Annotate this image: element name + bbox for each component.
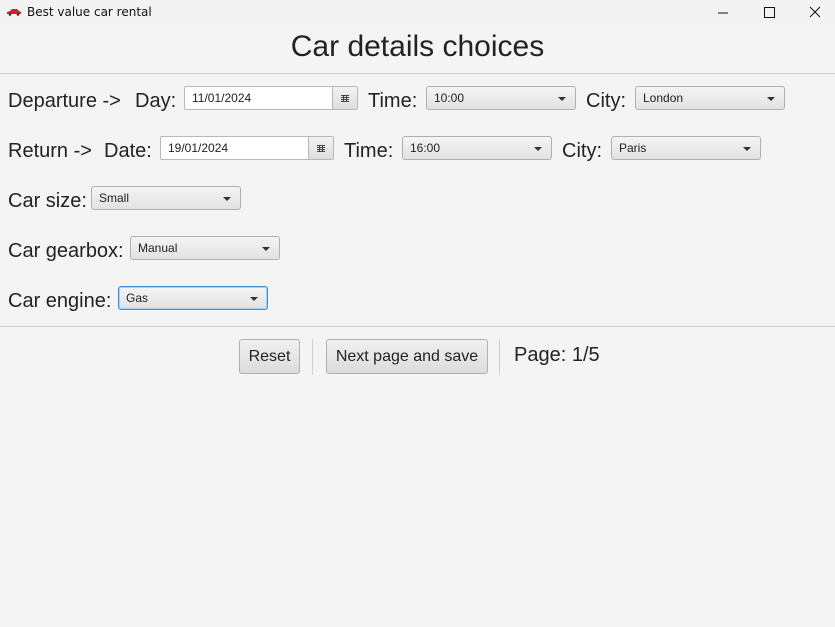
departure-date-field[interactable]: 11/01/2024 [192,91,251,105]
car-gearbox-label: Car gearbox: [8,240,124,262]
chevron-down-icon [534,147,542,151]
close-icon [809,6,821,18]
departure-city-value: London [643,91,684,105]
car-icon [7,9,21,16]
maximize-button[interactable] [746,0,792,26]
departure-section-label: Departure -> [8,90,121,112]
departure-city-select[interactable]: London [635,86,785,110]
reset-button[interactable]: Reset [239,339,300,374]
return-city-value: Paris [619,141,647,155]
departure-time-label: Time: [368,90,418,112]
window-titlebar[interactable]: Best value car rental [0,0,835,26]
car-size-select[interactable]: Small [91,186,241,210]
maximize-icon [764,7,775,18]
return-calendar-button[interactable] [308,137,333,159]
chevron-down-icon [223,197,231,201]
chevron-down-icon [262,247,270,251]
return-city-select[interactable]: Paris [611,136,761,160]
window-title: Best value car rental [27,5,152,19]
return-time-label: Time: [344,140,394,162]
calendar-icon [341,95,349,102]
return-date-label: Date: [104,140,152,162]
departure-time-value: 10:00 [434,91,465,105]
car-engine-select[interactable]: Gas [118,286,268,310]
departure-day-label: Day: [135,90,177,112]
chevron-down-icon [558,97,566,101]
minimize-icon [718,12,728,14]
toolbar-separator [499,339,500,375]
return-time-select[interactable]: 16:00 [402,136,552,160]
chevron-down-icon [250,297,258,301]
departure-date-picker[interactable]: 11/01/2024 [184,86,358,110]
toolbar-separator [312,339,313,375]
top-divider [0,73,835,74]
car-size-label: Car size: [8,190,87,212]
bottom-divider [0,326,835,327]
return-section-label: Return -> [8,140,92,162]
car-size-value: Small [99,191,130,205]
close-button[interactable] [792,0,835,26]
return-time-value: 16:00 [410,141,441,155]
chevron-down-icon [743,147,751,151]
car-engine-label: Car engine: [8,290,112,312]
minimize-button[interactable] [700,0,746,26]
departure-calendar-button[interactable] [332,87,357,109]
page-indicator: Page: 1/5 [514,344,600,366]
return-date-field[interactable]: 19/01/2024 [168,141,228,155]
car-engine-value: Gas [126,291,149,305]
chevron-down-icon [767,97,775,101]
calendar-icon [317,145,325,152]
car-gearbox-select[interactable]: Manual [130,236,280,260]
page-title: Car details choices [290,30,545,63]
car-gearbox-value: Manual [138,241,178,255]
departure-city-label: City: [586,90,626,112]
next-page-save-button[interactable]: Next page and save [326,339,488,374]
return-date-picker[interactable]: 19/01/2024 [160,136,334,160]
return-city-label: City: [562,140,602,162]
departure-time-select[interactable]: 10:00 [426,86,576,110]
